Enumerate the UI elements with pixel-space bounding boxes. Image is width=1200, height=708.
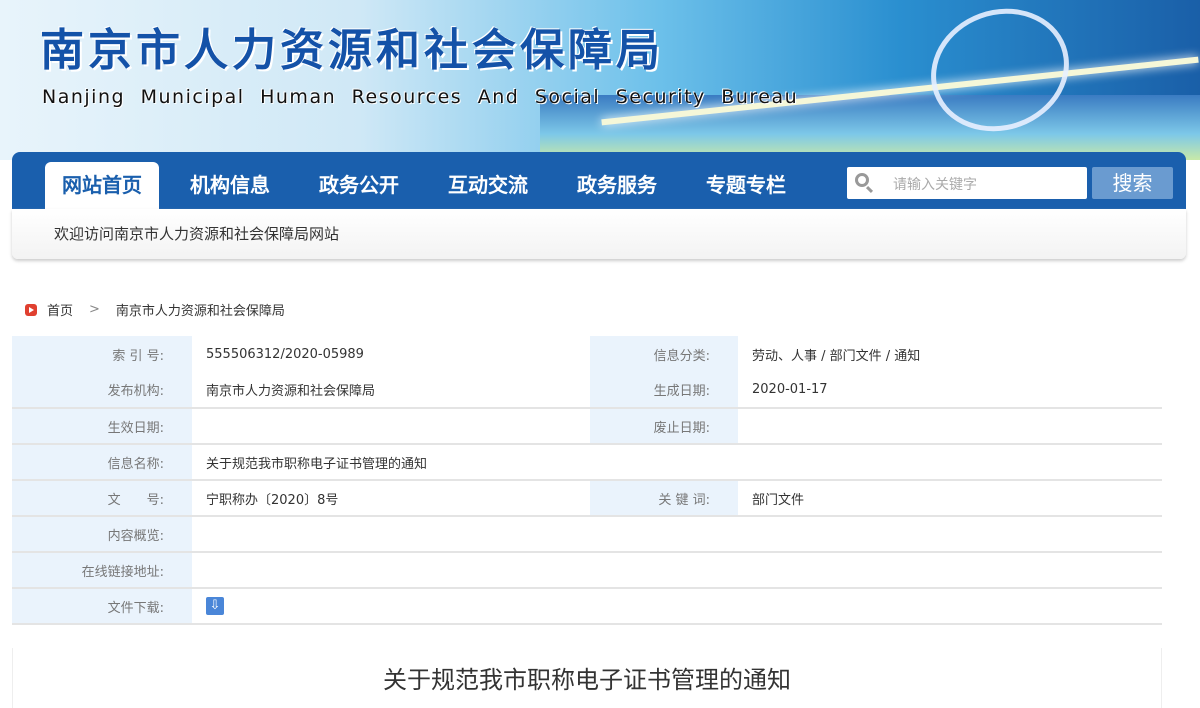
header-banner: 南京市人力资源和社会保障局 Nanjing Municipal Human Re… <box>0 0 1200 160</box>
nav-topics[interactable]: 专题专栏 <box>689 162 803 209</box>
location-icon <box>25 303 37 316</box>
breadcrumb-bureau[interactable]: 南京市人力资源和社会保障局 <box>116 300 285 319</box>
docno-label: 文 号: <box>12 479 192 516</box>
search-placeholder: 请输入关键字 <box>893 177 977 193</box>
nav-home[interactable]: 网站首页 <box>45 162 159 209</box>
search-icon <box>855 173 869 187</box>
docno-value: 宁职称办〔2020〕8号 <box>192 479 590 516</box>
name-value: 关于规范我市职称电子证书管理的通知 <box>192 443 1162 480</box>
keywords-label: 关 键 词: <box>590 479 738 516</box>
category-value: 劳动、人事 / 部门文件 / 通知 <box>752 348 921 364</box>
created-value: 2020-01-17 <box>752 382 828 397</box>
breadcrumb: 首页 > 南京市人力资源和社会保障局 <box>25 300 285 319</box>
welcome-text: 欢迎访问南京市人力资源和社会保障局网站 <box>12 209 1186 259</box>
site-title: 南京市人力资源和社会保障局 <box>40 25 664 76</box>
effective-label: 生效日期: <box>12 407 192 444</box>
keywords-value: 部门文件 <box>738 479 1162 516</box>
table-row: 信息名称: 关于规范我市职称电子证书管理的通知 <box>12 443 1162 480</box>
index-value: 555506312/2020-05989 <box>206 346 364 362</box>
table-row: 在线链接地址: <box>12 551 1162 588</box>
site-subtitle: Nanjing Municipal Human Resources And So… <box>42 86 799 108</box>
expired-value <box>738 407 1162 444</box>
search-input[interactable]: 请输入关键字 <box>847 167 1087 199</box>
table-row: 索 引 号: 555506312/2020-05989 信息分类: 劳动、人事 … <box>12 336 1162 372</box>
link-value <box>192 551 1162 588</box>
category-label: 信息分类: <box>590 336 738 372</box>
download-icon[interactable]: ⇩ <box>206 597 224 615</box>
download-cell: ⇩ <box>192 587 1162 625</box>
nav-organization[interactable]: 机构信息 <box>173 162 287 209</box>
info-table: 索 引 号: 555506312/2020-05989 信息分类: 劳动、人事 … <box>12 336 1162 625</box>
table-row: 文 号: 宁职称办〔2020〕8号 关 键 词: 部门文件 <box>12 479 1162 516</box>
breadcrumb-separator: > <box>89 302 100 317</box>
expired-label: 废止日期: <box>590 407 738 444</box>
publisher-label: 发布机构: <box>12 372 192 408</box>
main-nav: 网站首页 机构信息 政务公开 互动交流 政务服务 专题专栏 请输入关键字 搜索 <box>12 152 1186 209</box>
download-label: 文件下载: <box>12 587 192 625</box>
index-label: 索 引 号: <box>12 336 192 372</box>
summary-label: 内容概览: <box>12 515 192 552</box>
summary-value <box>192 515 1162 552</box>
nav-gov-affairs[interactable]: 政务公开 <box>302 162 416 209</box>
nav-services[interactable]: 政务服务 <box>560 162 674 209</box>
nav-interaction[interactable]: 互动交流 <box>431 162 545 209</box>
article-title: 关于规范我市职称电子证书管理的通知 <box>12 648 1162 708</box>
table-row: 内容概览: <box>12 515 1162 552</box>
created-label: 生成日期: <box>590 372 738 408</box>
link-label: 在线链接地址: <box>12 551 192 588</box>
publisher-value: 南京市人力资源和社会保障局 <box>206 384 376 399</box>
breadcrumb-home[interactable]: 首页 <box>47 300 73 319</box>
table-row: 文件下载: ⇩ <box>12 587 1162 625</box>
search-button[interactable]: 搜索 <box>1092 167 1173 199</box>
name-label: 信息名称: <box>12 443 192 480</box>
table-row: 生效日期: 废止日期: <box>12 407 1162 444</box>
effective-value <box>192 407 590 444</box>
table-row: 发布机构: 南京市人力资源和社会保障局 生成日期: 2020-01-17 <box>12 372 1162 408</box>
